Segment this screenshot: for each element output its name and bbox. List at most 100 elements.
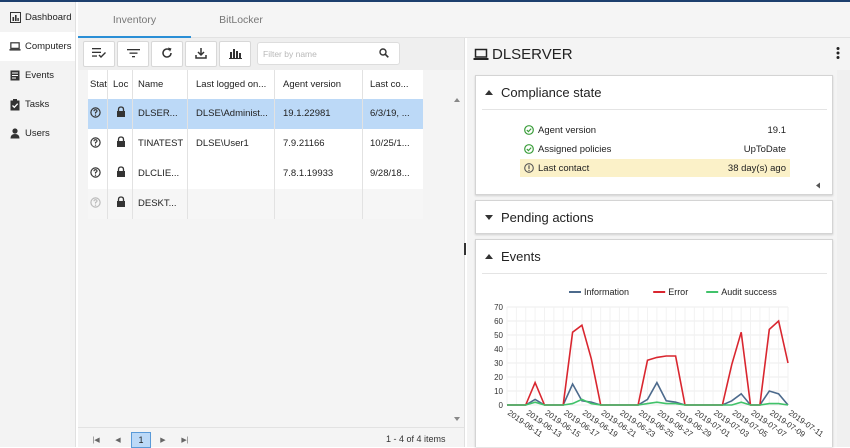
pager-info: 1 - 4 of 4 items	[386, 434, 446, 444]
legend-label: Audit success	[721, 287, 777, 297]
y-tick-label: 20	[494, 373, 503, 382]
refresh-button[interactable]	[151, 41, 183, 67]
table-row[interactable]: DESKT...	[88, 189, 423, 219]
table-row[interactable]: DLSER... DLSE\Administ... 19.1.22981 6/3…	[88, 99, 423, 129]
agent-version-cell: 7.8.1.19933	[275, 159, 363, 189]
status-cell	[88, 159, 108, 189]
last-contact-cell: 6/3/19, ...	[370, 108, 410, 119]
lock-icon	[116, 166, 126, 179]
sidebar-item-dashboard[interactable]: Dashboard	[0, 3, 75, 32]
status-cell	[88, 129, 108, 159]
splitter-handle[interactable]	[464, 243, 466, 255]
card-title: Compliance state	[501, 85, 602, 100]
first-page-button[interactable]: |◀	[86, 432, 106, 448]
events-card: Events Information Error Audit success 0 10 2…	[475, 239, 833, 447]
next-page-button[interactable]: ▶	[153, 432, 173, 448]
more-options-icon[interactable]	[836, 46, 840, 60]
sidebar-item-label: Computers	[25, 41, 72, 52]
table-row[interactable]: TINATEST DLSE\User1 7.9.21166 10/25/1...	[88, 129, 423, 159]
export-button[interactable]	[185, 41, 217, 67]
column-header-status[interactable]: Stat	[88, 70, 108, 100]
collapse-caret-icon	[485, 90, 493, 95]
lock-cell	[108, 159, 133, 189]
last-contact-cell: 10/25/1...	[370, 138, 410, 149]
events-icon	[9, 70, 21, 82]
events-chart: Information Error Audit success 0 10 20 30 40 50…	[494, 287, 825, 439]
grid-vertical-scrollbar[interactable]	[452, 92, 462, 427]
compliance-value: 19.1	[767, 124, 787, 136]
detail-vertical-scrollbar[interactable]	[837, 70, 850, 447]
tab-bar: Inventory BitLocker	[78, 2, 850, 38]
collapse-caret-icon	[485, 254, 493, 259]
lock-cell	[108, 189, 133, 219]
column-header-locked[interactable]: Loc	[108, 70, 133, 100]
status-cell	[88, 99, 108, 129]
compliance-label: Last contact	[538, 162, 590, 174]
select-rows-button[interactable]	[83, 41, 115, 67]
lock-cell	[108, 99, 133, 129]
filter-button[interactable]	[117, 41, 149, 67]
tab-bitlocker[interactable]: BitLocker	[191, 2, 291, 38]
sidebar: Dashboard Computers Events Tasks Users	[0, 2, 76, 447]
legend-label: Information	[584, 287, 629, 297]
last-page-button[interactable]: ▶|	[175, 432, 195, 448]
name-cell: TINATEST	[133, 129, 188, 159]
select-rows-icon	[92, 47, 106, 61]
y-tick-label: 30	[494, 359, 503, 368]
computers-grid: Stat Loc Name Last logged on... Agent ve…	[78, 70, 464, 427]
table-row[interactable]: DLCLIE... 7.8.1.19933 9/28/18...	[88, 159, 423, 189]
laptop-icon	[9, 41, 21, 53]
y-tick-label: 50	[494, 331, 503, 340]
sidebar-item-events[interactable]: Events	[0, 61, 75, 90]
tasks-icon	[9, 98, 21, 111]
compliance-row-last-contact: Last contact 38 day(s) ago	[520, 159, 790, 177]
page-number-button[interactable]: 1	[131, 432, 151, 448]
help-icon	[90, 167, 101, 179]
column-header-last-contact[interactable]: Last co...	[363, 70, 423, 100]
compliance-label: Assigned policies	[538, 143, 612, 155]
card-title: Events	[501, 249, 541, 264]
pending-actions-card: Pending actions	[475, 200, 833, 234]
detail-panel: DLSERVER Compliance state Agent version …	[467, 38, 850, 447]
column-header-name[interactable]: Name	[133, 70, 188, 100]
download-icon	[195, 47, 207, 62]
refresh-icon	[161, 47, 173, 62]
events-card-header[interactable]: Events	[476, 240, 832, 273]
lock-icon	[116, 106, 126, 119]
sidebar-item-tasks[interactable]: Tasks	[0, 90, 75, 119]
name-cell: DLSER...	[133, 99, 188, 129]
help-icon	[90, 197, 101, 209]
prev-page-button[interactable]: ◀	[108, 432, 128, 448]
last-logged-on-cell: DLSE\Administ...	[188, 99, 275, 129]
help-icon	[90, 137, 101, 149]
filter-input[interactable]	[263, 43, 378, 64]
collapse-left-icon[interactable]	[815, 180, 821, 192]
y-tick-label: 70	[494, 303, 503, 312]
chart-button[interactable]	[219, 41, 251, 67]
pending-actions-card-header[interactable]: Pending actions	[476, 201, 832, 234]
compliance-label: Agent version	[538, 124, 597, 136]
check-icon	[524, 125, 534, 135]
column-header-last-logged-on[interactable]: Last logged on...	[188, 70, 275, 100]
agent-version-cell: 19.1.22981	[275, 99, 363, 129]
name-cell: DESKT...	[133, 189, 188, 219]
compliance-card-header[interactable]: Compliance state	[476, 76, 832, 109]
column-header-agent-version[interactable]: Agent version	[275, 70, 363, 100]
sidebar-item-computers[interactable]: Computers	[0, 32, 75, 61]
expand-caret-icon	[485, 215, 493, 220]
grid-header-row: Stat Loc Name Last logged on... Agent ve…	[88, 70, 423, 100]
sidebar-item-users[interactable]: Users	[0, 119, 75, 148]
grid-pager: |◀ ◀ 1 ▶ ▶| 1 - 4 of 4 items	[78, 427, 464, 448]
sidebar-item-label: Events	[25, 70, 55, 81]
tab-inventory[interactable]: Inventory	[78, 2, 191, 38]
search-icon[interactable]	[379, 48, 389, 61]
last-logged-on-cell	[188, 159, 275, 189]
y-tick-label: 40	[494, 345, 503, 354]
agent-version-cell: 7.9.21166	[275, 129, 363, 159]
compliance-row-agent-version: Agent version 19.1	[520, 121, 790, 139]
card-title: Pending actions	[501, 210, 594, 225]
user-icon	[9, 128, 21, 140]
last-logged-on-cell	[188, 189, 275, 219]
laptop-icon	[473, 48, 489, 61]
warning-icon	[524, 163, 534, 173]
